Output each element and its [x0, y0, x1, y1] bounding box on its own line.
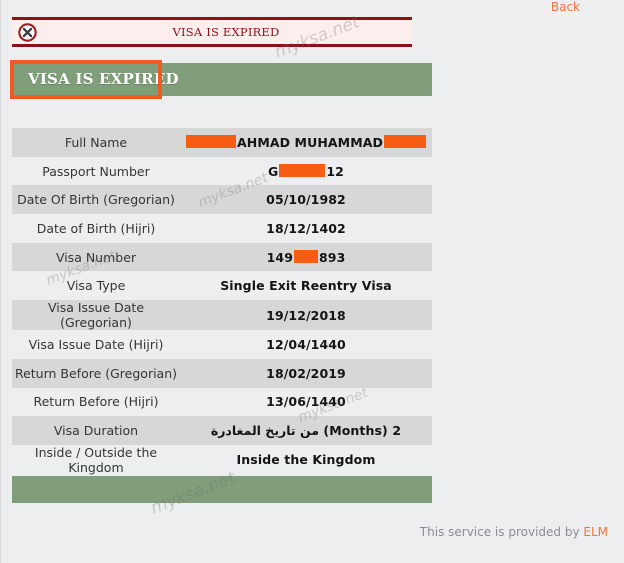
visa-status-page: VISA IS EXPIRED VISA IS EXPIRED Full Nam…	[0, 0, 624, 563]
alert-message: VISA IS EXPIRED	[172, 25, 280, 39]
table-row: Visa Type Single Exit Reentry Visa	[12, 271, 432, 300]
footer-credit: This service is provided by ELM	[308, 523, 608, 541]
table-row: Passport Number G 12	[12, 157, 432, 186]
row-value: 2 (Months) من تاريخ المغادرة	[180, 416, 432, 445]
redaction-bar	[384, 134, 427, 148]
row-label: Inside / Outside the Kingdom	[34, 444, 158, 475]
row-value: 19/12/2018	[180, 300, 432, 331]
footer-accent-bar	[12, 476, 432, 503]
table-row: Visa Duration 2 (Months) من تاريخ المغاد…	[12, 416, 432, 445]
row-label: Return Before (Gregorian)	[12, 358, 180, 388]
visa-details-table: Full Name AHMAD MUHAMMAD Passport Number…	[12, 128, 432, 475]
row-value: 12/04/1440	[266, 336, 346, 352]
row-label: Visa Issue Date (Gregorian)	[12, 300, 180, 331]
row-value: 18/12/1402	[266, 220, 346, 236]
elm-provider-label: ELM	[583, 525, 608, 539]
row-label: Full Name	[12, 128, 180, 157]
row-value: 149 893	[180, 242, 432, 272]
row-label: Passport Number	[42, 163, 150, 179]
row-label: Date of Birth (Hijri)	[36, 220, 156, 236]
table-row: Visa Number 149 893	[12, 242, 432, 272]
table-row: Date of Birth (Hijri) 18/12/1402	[12, 214, 432, 243]
table-row: Return Before (Hijri) 13/06/1440	[12, 388, 432, 417]
back-link[interactable]: Back	[0, 0, 624, 14]
row-label: Date Of Birth (Gregorian)	[12, 185, 180, 215]
page-title: VISA IS EXPIRED	[28, 70, 179, 88]
table-row: Full Name AHMAD MUHAMMAD	[12, 128, 432, 157]
passport-prefix: G	[268, 163, 279, 179]
row-value: 13/06/1440	[266, 394, 346, 410]
row-label: Visa Issue Date (Hijri)	[28, 336, 164, 352]
alert-banner: VISA IS EXPIRED	[12, 17, 412, 47]
visa-number-prefix: 149	[266, 249, 293, 265]
row-label: Visa Duration	[12, 416, 180, 445]
redaction-bar	[294, 249, 318, 263]
redaction-bar	[279, 163, 326, 177]
table-row: Visa Issue Date (Gregorian) 19/12/2018	[12, 300, 432, 331]
table-row: Visa Issue Date (Hijri) 12/04/1440	[12, 330, 432, 359]
row-label: Return Before (Hijri)	[33, 394, 159, 410]
row-value: Inside the Kingdom	[236, 452, 376, 468]
passport-suffix: 12	[326, 163, 344, 179]
row-label: Visa Type	[66, 278, 126, 294]
footer-service-text: This service is provided by	[419, 525, 584, 539]
row-value: 18/02/2019	[180, 358, 432, 388]
status-header-bar: VISA IS EXPIRED	[12, 63, 432, 96]
table-row: Inside / Outside the Kingdom Inside the …	[12, 445, 432, 475]
visa-number-suffix: 893	[319, 249, 346, 265]
table-row: Return Before (Gregorian) 18/02/2019	[12, 358, 432, 388]
redaction-bar	[185, 134, 236, 148]
row-value: Single Exit Reentry Visa	[220, 278, 392, 294]
table-row: Date Of Birth (Gregorian) 05/10/1982	[12, 185, 432, 215]
row-label: Visa Number	[12, 242, 180, 272]
row-value: 05/10/1982	[180, 185, 432, 215]
row-value: AHMAD MUHAMMAD	[180, 128, 432, 157]
full-name-text: AHMAD MUHAMMAD	[236, 134, 384, 150]
row-value: G 12	[180, 157, 432, 186]
page-left-border	[0, 0, 1, 563]
